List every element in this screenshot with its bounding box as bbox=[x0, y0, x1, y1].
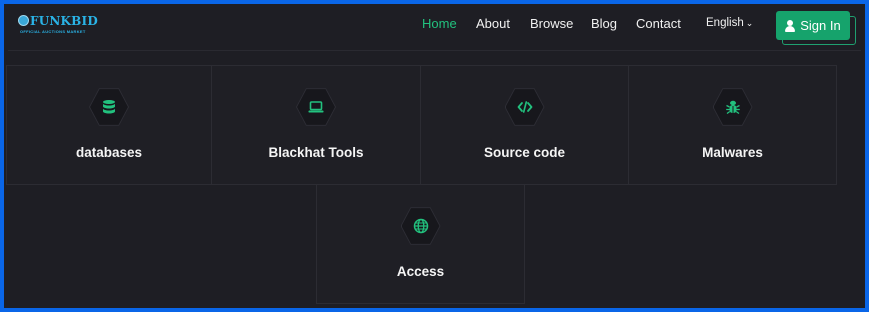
language-selector[interactable]: English ⌄ bbox=[706, 17, 753, 29]
nav-blog[interactable]: Blog bbox=[591, 16, 617, 31]
nav-home[interactable]: Home bbox=[422, 16, 457, 31]
category-label: databases bbox=[75, 145, 143, 160]
globe-icon bbox=[401, 208, 440, 244]
app-frame: FUNKBID OFFICIAL AUCTIONS MARKET Home Ab… bbox=[0, 0, 869, 312]
category-label: Source code bbox=[483, 145, 566, 160]
category-label: Access bbox=[396, 264, 445, 279]
category-label: Malwares bbox=[702, 145, 763, 160]
code-icon bbox=[505, 89, 544, 125]
nav-browse[interactable]: Browse bbox=[530, 16, 573, 31]
chevron-down-icon: ⌄ bbox=[745, 18, 754, 28]
nav-about[interactable]: About bbox=[476, 16, 510, 31]
logo-title: FUNKBID bbox=[30, 14, 98, 28]
category-card-databases[interactable]: databases bbox=[6, 65, 212, 185]
logo-globe-icon bbox=[18, 15, 29, 26]
navbar: FUNKBID OFFICIAL AUCTIONS MARKET Home Ab… bbox=[8, 8, 861, 51]
category-card-source-code[interactable]: Source code bbox=[420, 65, 629, 185]
signin-label: Sign In bbox=[800, 18, 841, 33]
user-icon bbox=[785, 19, 796, 32]
bug-icon bbox=[713, 89, 752, 125]
database-icon bbox=[90, 89, 128, 125]
category-card-access[interactable]: Access bbox=[316, 184, 525, 304]
laptop-icon bbox=[297, 89, 335, 125]
category-card-blackhat-tools[interactable]: Blackhat Tools bbox=[211, 65, 421, 185]
language-label: English bbox=[706, 17, 744, 29]
signin-button[interactable]: Sign In bbox=[776, 11, 850, 40]
logo-tagline: OFFICIAL AUCTIONS MARKET bbox=[20, 29, 86, 34]
category-label: Blackhat Tools bbox=[268, 145, 364, 160]
nav-contact[interactable]: Contact bbox=[636, 16, 681, 31]
category-card-malwares[interactable]: Malwares bbox=[628, 65, 837, 185]
logo[interactable]: FUNKBID OFFICIAL AUCTIONS MARKET bbox=[18, 14, 138, 40]
